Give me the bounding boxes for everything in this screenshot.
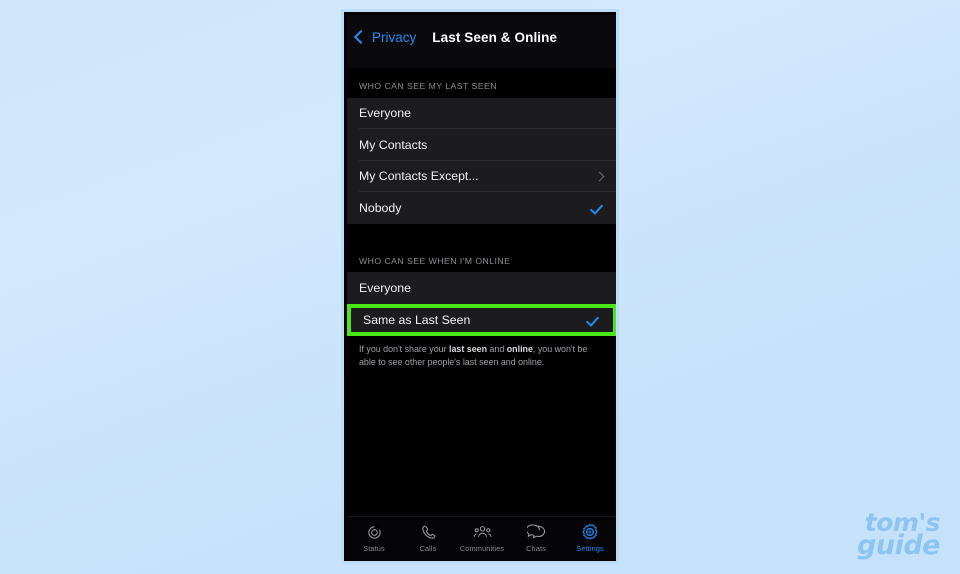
footnote-bold-online: online	[506, 343, 533, 354]
back-to-privacy-button[interactable]: Privacy	[353, 30, 417, 45]
section-header-last-seen: WHO CAN SEE MY LAST SEEN	[347, 68, 616, 98]
page-title: Last Seen & Online	[432, 30, 558, 45]
checkmark-icon	[592, 201, 605, 214]
phone-screen: Privacy Last Seen & Online WHO CAN SEE M…	[347, 15, 616, 561]
option-row-my-contacts-except[interactable]: My Contacts Except...	[347, 160, 616, 193]
row-label: Everyone	[359, 106, 411, 121]
footnote-bold-last-seen: last seen	[449, 343, 488, 354]
footnote-part-2: and	[487, 343, 507, 354]
watermark-line-2: guide	[857, 530, 940, 562]
chat-bubbles-icon	[526, 522, 546, 542]
tab-label: Settings	[576, 544, 604, 553]
row-label: Everyone	[359, 281, 411, 295]
bottom-tab-bar: Status Calls Communities Chats Settings	[347, 516, 616, 561]
chevron-left-icon	[353, 30, 369, 45]
last-seen-options-group: Everyone My Contacts My Contacts Except.…	[347, 97, 616, 224]
row-label: My Contacts	[359, 137, 428, 152]
nav-header: Privacy Last Seen & Online	[347, 15, 616, 68]
tab-settings[interactable]: Settings	[563, 522, 616, 553]
tab-label: Status	[363, 544, 385, 553]
row-label: Same as Last Seen	[363, 312, 471, 327]
phone-handset-icon	[420, 522, 437, 542]
back-button-label: Privacy	[372, 30, 417, 45]
option-row-same-as-last-seen[interactable]: Same as Last Seen	[351, 307, 613, 332]
row-label: My Contacts Except...	[359, 169, 479, 184]
option-row-everyone-online[interactable]: Everyone	[347, 272, 616, 304]
section-header-online: WHO CAN SEE WHEN I'M ONLINE	[347, 240, 616, 273]
toms-guide-watermark: tom's guide	[857, 510, 940, 562]
tab-communities[interactable]: Communities	[455, 522, 509, 552]
option-row-nobody[interactable]: Nobody	[347, 192, 616, 224]
tab-chats[interactable]: Chats	[509, 522, 563, 552]
phone-device-frame: Privacy Last Seen & Online WHO CAN SEE M…	[341, 9, 619, 564]
tab-calls[interactable]: Calls	[401, 522, 455, 552]
screenshot-canvas: Privacy Last Seen & Online WHO CAN SEE M…	[0, 0, 960, 574]
gear-icon	[581, 522, 599, 542]
status-rings-icon	[366, 522, 383, 542]
tab-label: Chats	[526, 544, 546, 553]
online-options-group: Everyone	[347, 272, 616, 304]
highlight-annotation-box: Same as Last Seen	[347, 303, 616, 336]
row-label: Nobody	[359, 200, 402, 215]
footnote-part-1: If you don't share your	[359, 343, 450, 354]
chevron-right-icon	[594, 171, 605, 182]
communities-people-icon	[473, 522, 492, 542]
tab-status[interactable]: Status	[347, 522, 401, 552]
option-row-everyone-lastseen[interactable]: Everyone	[347, 97, 616, 130]
tab-label: Calls	[419, 544, 437, 553]
option-row-my-contacts[interactable]: My Contacts	[347, 129, 616, 161]
privacy-footnote: If you don't share your last seen and on…	[347, 335, 616, 369]
checkmark-icon	[588, 313, 601, 326]
tab-label: Communities	[459, 544, 505, 553]
section-divider-gap	[347, 223, 616, 241]
